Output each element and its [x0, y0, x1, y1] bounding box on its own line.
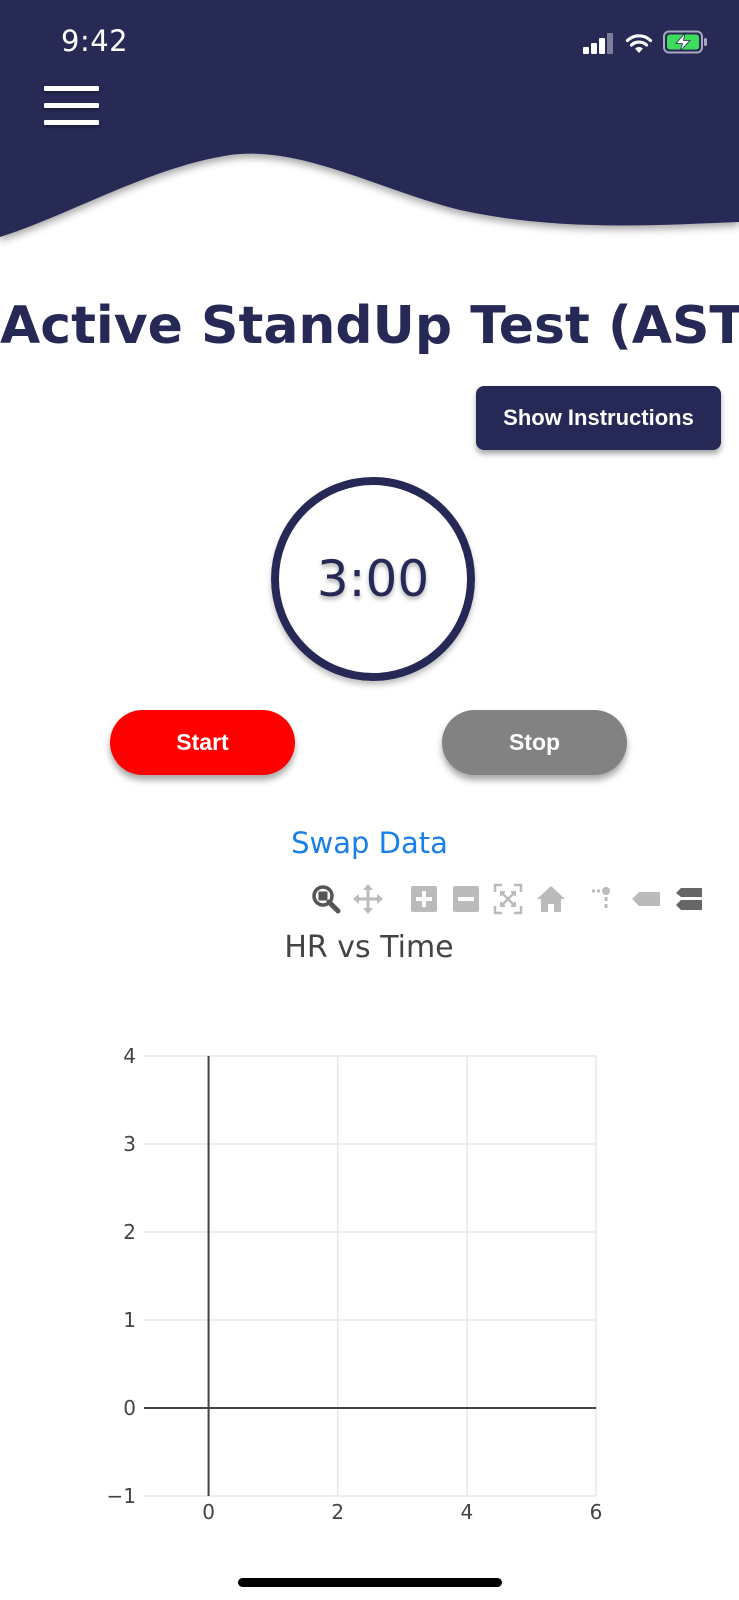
x-tick-label: 2: [331, 1500, 344, 1524]
swap-data-link[interactable]: Swap Data: [0, 826, 739, 860]
pan-icon[interactable]: [352, 882, 384, 916]
timer-display: 3:00: [316, 550, 430, 608]
page-title: Active StandUp Test (AST): [0, 296, 739, 356]
battery-charging-icon: [663, 30, 707, 54]
start-button[interactable]: Start: [110, 710, 295, 775]
y-tick-label: 3: [123, 1132, 136, 1156]
wifi-icon: [625, 34, 653, 53]
status-bar-icons: [583, 30, 709, 54]
hamburger-menu-icon[interactable]: [44, 86, 99, 126]
chart-modebar: [310, 882, 720, 916]
chart-title: HR vs Time: [284, 930, 453, 965]
zoom-out-icon[interactable]: [450, 882, 482, 916]
y-tick-label: 0: [123, 1396, 136, 1420]
zoom-icon[interactable]: [310, 882, 342, 916]
x-tick-label: 6: [590, 1500, 603, 1524]
x-tick-label: 4: [460, 1500, 473, 1524]
reset-axes-icon[interactable]: [535, 882, 567, 916]
hr-vs-time-chart[interactable]: HR vs Time −1 0 1 2 3 4 0 2 4 6: [0, 930, 739, 1530]
zoom-in-icon[interactable]: [408, 882, 440, 916]
y-tick-label: 2: [123, 1220, 136, 1244]
hover-compare-icon[interactable]: [672, 882, 704, 916]
y-tick-label: 4: [123, 1044, 136, 1068]
cellular-signal-icon: [583, 33, 613, 54]
status-bar-time: 9:42: [61, 24, 129, 58]
stop-button[interactable]: Stop: [442, 710, 627, 775]
show-instructions-button[interactable]: Show Instructions: [476, 386, 721, 450]
x-tick-label: 0: [202, 1500, 215, 1524]
home-indicator: [238, 1578, 502, 1587]
timer-circle: 3:00: [271, 477, 475, 681]
y-tick-label: −1: [107, 1484, 136, 1508]
autoscale-icon[interactable]: [492, 882, 524, 916]
toggle-spikelines-icon[interactable]: [588, 882, 620, 916]
hover-closest-icon[interactable]: [630, 882, 662, 916]
y-tick-label: 1: [123, 1308, 136, 1332]
